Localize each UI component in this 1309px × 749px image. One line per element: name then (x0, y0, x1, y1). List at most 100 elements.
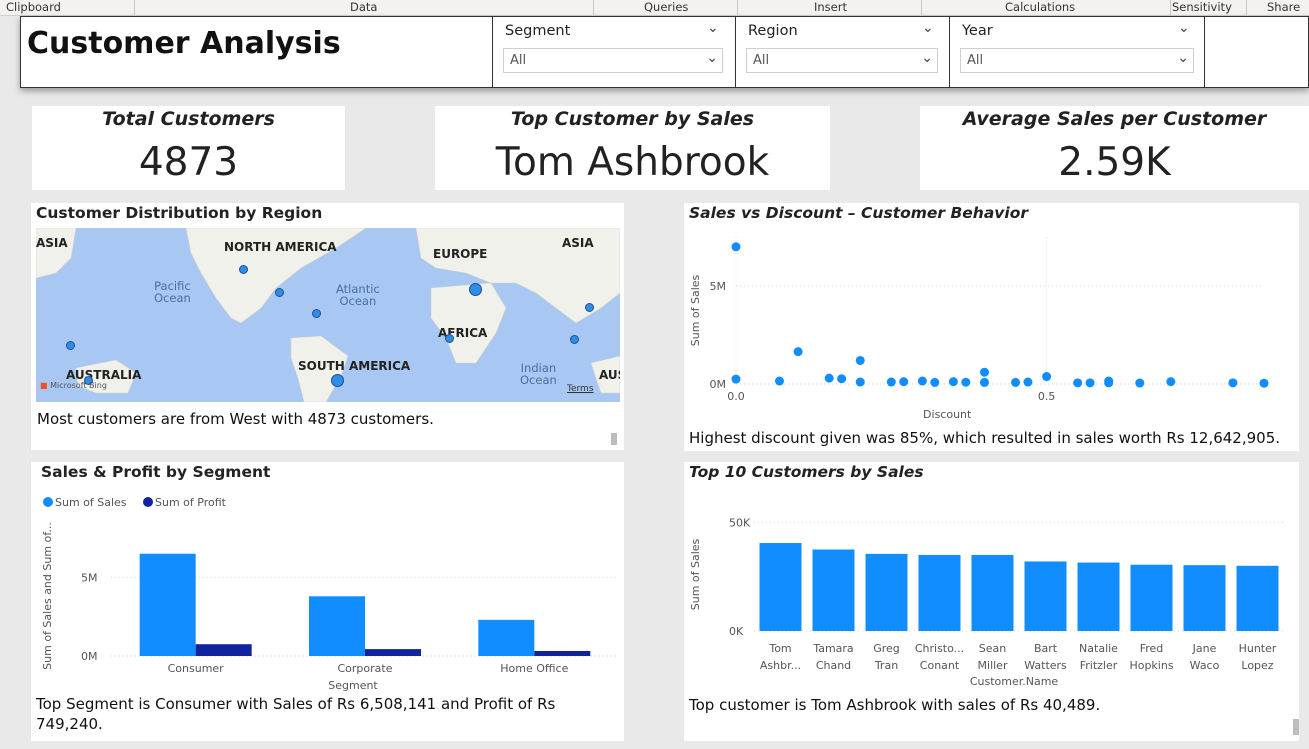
map-label: SOUTH AMERICA (298, 359, 411, 373)
bar[interactable] (865, 553, 908, 631)
scatter-point[interactable] (930, 377, 940, 387)
map-bubble[interactable] (312, 309, 321, 318)
bar[interactable] (1183, 565, 1226, 631)
chevron-down-icon[interactable]: ⌄ (922, 20, 934, 36)
ribbon-group-share[interactable]: Share (1267, 0, 1300, 15)
scatter-point[interactable] (948, 377, 958, 387)
bing-attribution: ■ Microsoft Bing (40, 381, 107, 390)
bar[interactable] (1077, 562, 1120, 631)
scatter-point[interactable] (1085, 378, 1095, 388)
bar[interactable] (971, 554, 1014, 631)
bar[interactable] (1130, 564, 1173, 631)
scatter-point[interactable] (899, 377, 909, 387)
visual-title: Customer Distribution by Region (36, 204, 323, 222)
bar[interactable] (139, 553, 196, 656)
scatter-point[interactable] (1135, 378, 1145, 388)
bar[interactable] (365, 649, 421, 656)
kpi-value: Tom Ashbrook (495, 140, 770, 185)
kpi-card-average-sales[interactable]: Average Sales per Customer 2.59K (920, 106, 1309, 190)
ribbon-group-data[interactable]: Data (350, 0, 377, 15)
scatter-point[interactable] (837, 374, 847, 384)
scatter-point[interactable] (886, 377, 896, 387)
scatter-visual[interactable]: Sales vs Discount – Customer Behavior 0M… (684, 203, 1299, 451)
ribbon-group-sensitivity[interactable]: Sensitivity (1172, 0, 1232, 15)
map-bubble[interactable] (331, 374, 344, 387)
scatter-point[interactable] (917, 376, 927, 386)
slicer-label: Segment (505, 23, 571, 39)
smart-narrative: Top Segment is Consumer with Sales of Rs… (36, 695, 556, 733)
segment-visual[interactable]: Sales & Profit by Segment Sum of Sales Su… (31, 462, 624, 741)
map-bubble[interactable] (469, 283, 482, 296)
legend-label[interactable]: Sum of Profit (155, 496, 227, 509)
scatter-point[interactable] (731, 242, 741, 252)
top10-visual[interactable]: Top 10 Customers by Sales 0K 50K Sum of Sa… (684, 462, 1299, 741)
map-bubble[interactable] (66, 341, 75, 350)
terms-link[interactable]: Terms (567, 384, 594, 394)
ribbon-group-clipboard[interactable]: Clipboard (6, 0, 61, 15)
map-bubble[interactable] (585, 303, 594, 312)
scrollbar[interactable] (611, 433, 617, 445)
bar[interactable] (918, 554, 961, 631)
ribbon-group-calculations[interactable]: Calculations (1005, 0, 1075, 15)
region-map[interactable]: ASIA NORTH AMERICA EUROPE ASIA AFRICA SO… (36, 228, 620, 402)
scatter-point[interactable] (1104, 378, 1114, 388)
bar[interactable] (1024, 561, 1067, 631)
x-tick-label: Home Office (500, 662, 568, 675)
map-bubble[interactable] (445, 334, 454, 343)
legend-marker[interactable] (143, 497, 153, 507)
bar[interactable] (534, 650, 591, 656)
scrollbar[interactable] (1293, 719, 1299, 735)
y-axis-title: Sum of Sales (689, 538, 702, 610)
x-tick-label: Fritzler (1080, 659, 1118, 672)
scatter-point[interactable] (1228, 378, 1238, 388)
scatter-point[interactable] (1023, 377, 1033, 387)
region-slicer: Region ⌄ All ⌄ (735, 17, 949, 87)
scatter-point[interactable] (1259, 378, 1269, 388)
bar[interactable] (309, 596, 365, 656)
y-tick-label: 0K (729, 625, 744, 638)
ocean-label: Pacific Ocean (154, 279, 191, 305)
x-tick-label: Tran (874, 659, 898, 672)
scatter-point[interactable] (855, 377, 865, 387)
region-dropdown[interactable]: All ⌄ (746, 48, 938, 73)
chevron-down-icon: ⌄ (706, 50, 718, 66)
scatter-point[interactable] (855, 355, 865, 365)
scatter-point[interactable] (824, 373, 834, 383)
kpi-label: Average Sales per Customer (962, 108, 1267, 130)
map-bubble[interactable] (275, 288, 284, 297)
bar[interactable] (478, 619, 535, 656)
kpi-card-total-customers[interactable]: Total Customers 4873 (32, 106, 345, 190)
chevron-down-icon[interactable]: ⌄ (707, 20, 719, 36)
scatter-point[interactable] (1073, 378, 1083, 388)
segment-chart[interactable]: Sum of Sales Sum of Profit 0M 5M Sum of Sale… (31, 486, 624, 696)
scatter-point[interactable] (1166, 377, 1176, 387)
bar[interactable] (1236, 565, 1279, 631)
scatter-chart[interactable]: 0M 5M 0.0 0.5 Discount Sum of Sales (684, 225, 1299, 445)
kpi-card-top-customer[interactable]: Top Customer by Sales Tom Ashbrook (435, 106, 830, 190)
scatter-point[interactable] (731, 374, 741, 384)
top10-chart[interactable]: 0K 50K Sum of Sales Tom Ashbr... Tamara Chand G… (684, 486, 1299, 711)
chevron-down-icon[interactable]: ⌄ (1178, 20, 1190, 36)
x-tick-label: Fred (1140, 642, 1164, 655)
scatter-point[interactable] (961, 377, 971, 387)
bar[interactable] (195, 644, 252, 656)
chevron-down-icon: ⌄ (1177, 50, 1189, 66)
map-bubble[interactable] (570, 335, 579, 344)
ribbon-group-queries[interactable]: Queries (644, 0, 688, 15)
bar[interactable] (759, 543, 802, 631)
ribbon-group-insert[interactable]: Insert (814, 0, 847, 15)
segment-dropdown[interactable]: All ⌄ (503, 48, 723, 73)
scatter-point[interactable] (979, 377, 989, 387)
legend-label[interactable]: Sum of Sales (55, 496, 127, 509)
map-visual[interactable]: Customer Distribution by Region ASIA NOR… (31, 203, 624, 450)
bar[interactable] (812, 549, 855, 631)
scatter-point[interactable] (979, 367, 989, 377)
legend-marker[interactable] (43, 497, 53, 507)
map-bubble[interactable] (239, 265, 248, 274)
scatter-point[interactable] (1042, 372, 1052, 382)
x-tick-label: Tom (768, 642, 791, 655)
scatter-point[interactable] (774, 376, 784, 386)
scatter-point[interactable] (793, 347, 803, 357)
year-dropdown[interactable]: All ⌄ (960, 48, 1194, 73)
scatter-point[interactable] (1011, 377, 1021, 387)
